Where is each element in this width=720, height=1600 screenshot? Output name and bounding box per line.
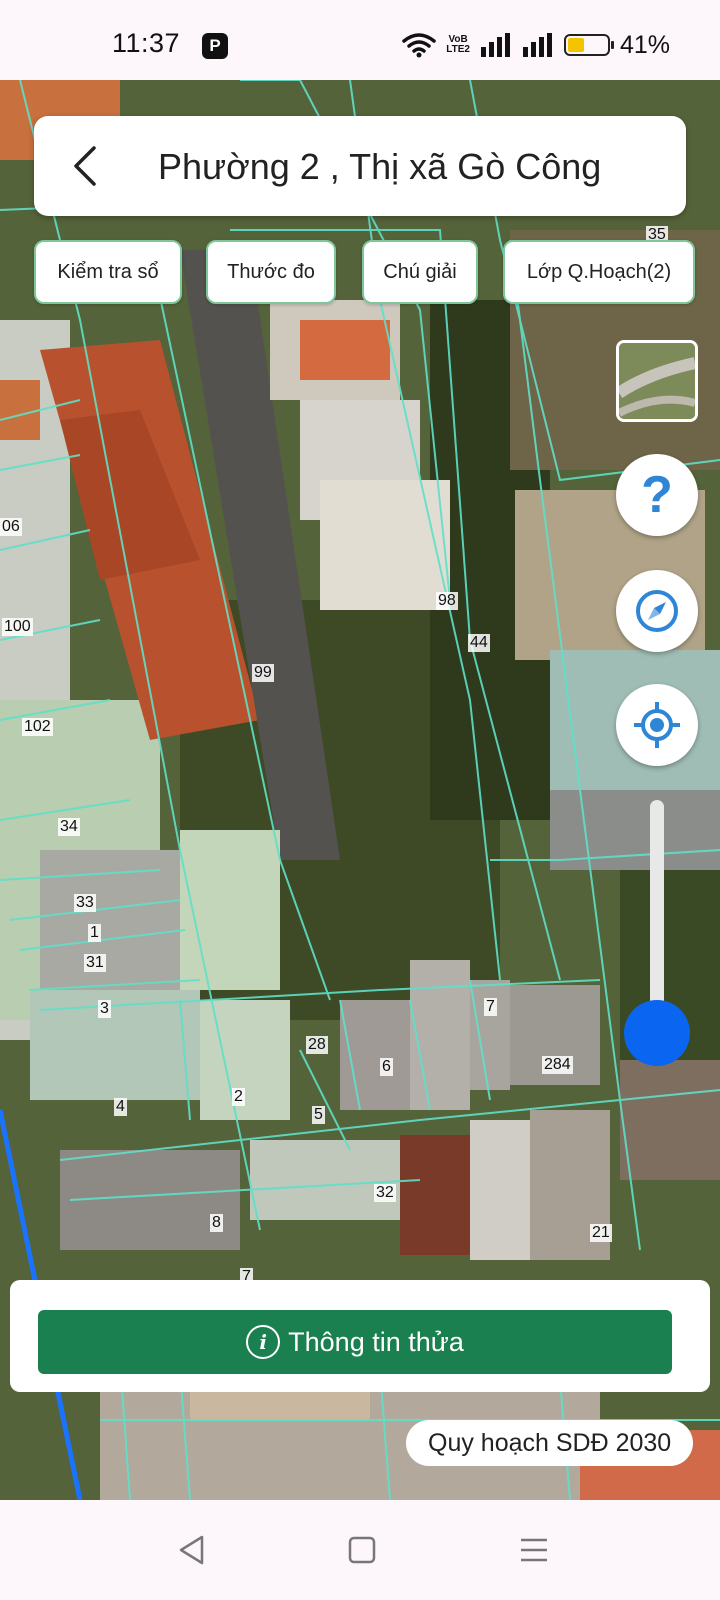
parcel-label[interactable]: 2 (232, 1088, 245, 1106)
parcel-label[interactable]: 7 (484, 998, 497, 1016)
parcel-label[interactable]: 3 (98, 1000, 111, 1018)
app-notification-icon: P (202, 33, 228, 59)
location-header: Phường 2 , Thị xã Gò Công (34, 116, 686, 216)
info-panel: i Thông tin thửa (10, 1280, 710, 1392)
parcel-label[interactable]: 34 (58, 818, 80, 836)
layer-thumbnail-image (619, 343, 695, 419)
my-location-icon (634, 702, 680, 748)
page-title: Phường 2 , Thị xã Gò Công (158, 146, 602, 187)
battery-fill (567, 38, 584, 52)
compass-icon (636, 590, 678, 632)
parcel-label[interactable]: 44 (468, 634, 490, 652)
parcel-label[interactable]: 1 (88, 924, 101, 942)
wifi-icon (402, 33, 436, 58)
help-icon: ? (641, 466, 673, 524)
parcel-label[interactable]: 100 (2, 618, 33, 636)
info-icon: i (246, 1325, 281, 1359)
navigation-bar (0, 1500, 720, 1600)
menu-lines-icon (521, 1538, 547, 1562)
signal-icon-1 (480, 33, 510, 57)
parcel-label[interactable]: 6 (380, 1058, 393, 1076)
parcel-label[interactable]: 28 (306, 1036, 328, 1054)
parcel-label[interactable]: 06 (0, 518, 22, 536)
nav-back-button[interactable] (172, 1530, 212, 1570)
compass-button[interactable] (616, 570, 698, 652)
help-button[interactable]: ? (616, 454, 698, 536)
parcel-label[interactable]: 284 (542, 1056, 573, 1074)
status-time: 11:37 (112, 28, 181, 58)
check-book-button[interactable]: Kiểm tra sổ (34, 240, 182, 304)
my-location-button[interactable] (616, 684, 698, 766)
parcel-label[interactable]: 98 (436, 592, 458, 610)
parcel-label[interactable]: 32 (374, 1184, 396, 1202)
map-layer-thumbnail-icon[interactable] (616, 340, 698, 422)
parcel-label[interactable]: 102 (22, 718, 53, 736)
parcel-info-label: Thông tin thửa (288, 1326, 464, 1357)
parcel-label[interactable]: 4 (114, 1098, 127, 1116)
parcel-label[interactable]: 99 (252, 664, 274, 682)
parcel-label[interactable]: 33 (74, 894, 96, 912)
status-right: VoB LTE2 41% (402, 30, 670, 60)
parcel-info-button[interactable]: i Thông tin thửa (38, 1310, 672, 1374)
parcel-label[interactable]: 8 (210, 1214, 223, 1232)
nav-home-button[interactable] (342, 1530, 382, 1570)
home-square-icon (348, 1536, 376, 1564)
back-triangle-icon (179, 1535, 204, 1565)
chevron-left-icon (74, 146, 96, 186)
parcel-label[interactable]: 21 (590, 1224, 612, 1242)
status-bar: 11:37 P VoB LTE2 41% (0, 0, 720, 80)
volte-icon: VoB LTE2 (446, 35, 470, 55)
signal-icon-2 (522, 33, 552, 57)
parcel-label[interactable]: 5 (312, 1106, 325, 1124)
ruler-button[interactable]: Thước đo (206, 240, 336, 304)
planning-label: Quy hoạch SDĐ 2030 (406, 1420, 694, 1466)
parcel-label[interactable]: 31 (84, 954, 106, 972)
battery-percent: 41% (619, 30, 670, 59)
legend-button[interactable]: Chú giải (362, 240, 478, 304)
zoom-slider-handle[interactable] (624, 1000, 690, 1066)
nav-menu-button[interactable] (514, 1530, 554, 1570)
back-button[interactable] (58, 140, 110, 192)
battery-icon (563, 34, 614, 56)
lte-label: LTE2 (446, 44, 470, 55)
planning-layer-button[interactable]: Lớp Q.Hoạch(2) (503, 240, 695, 304)
